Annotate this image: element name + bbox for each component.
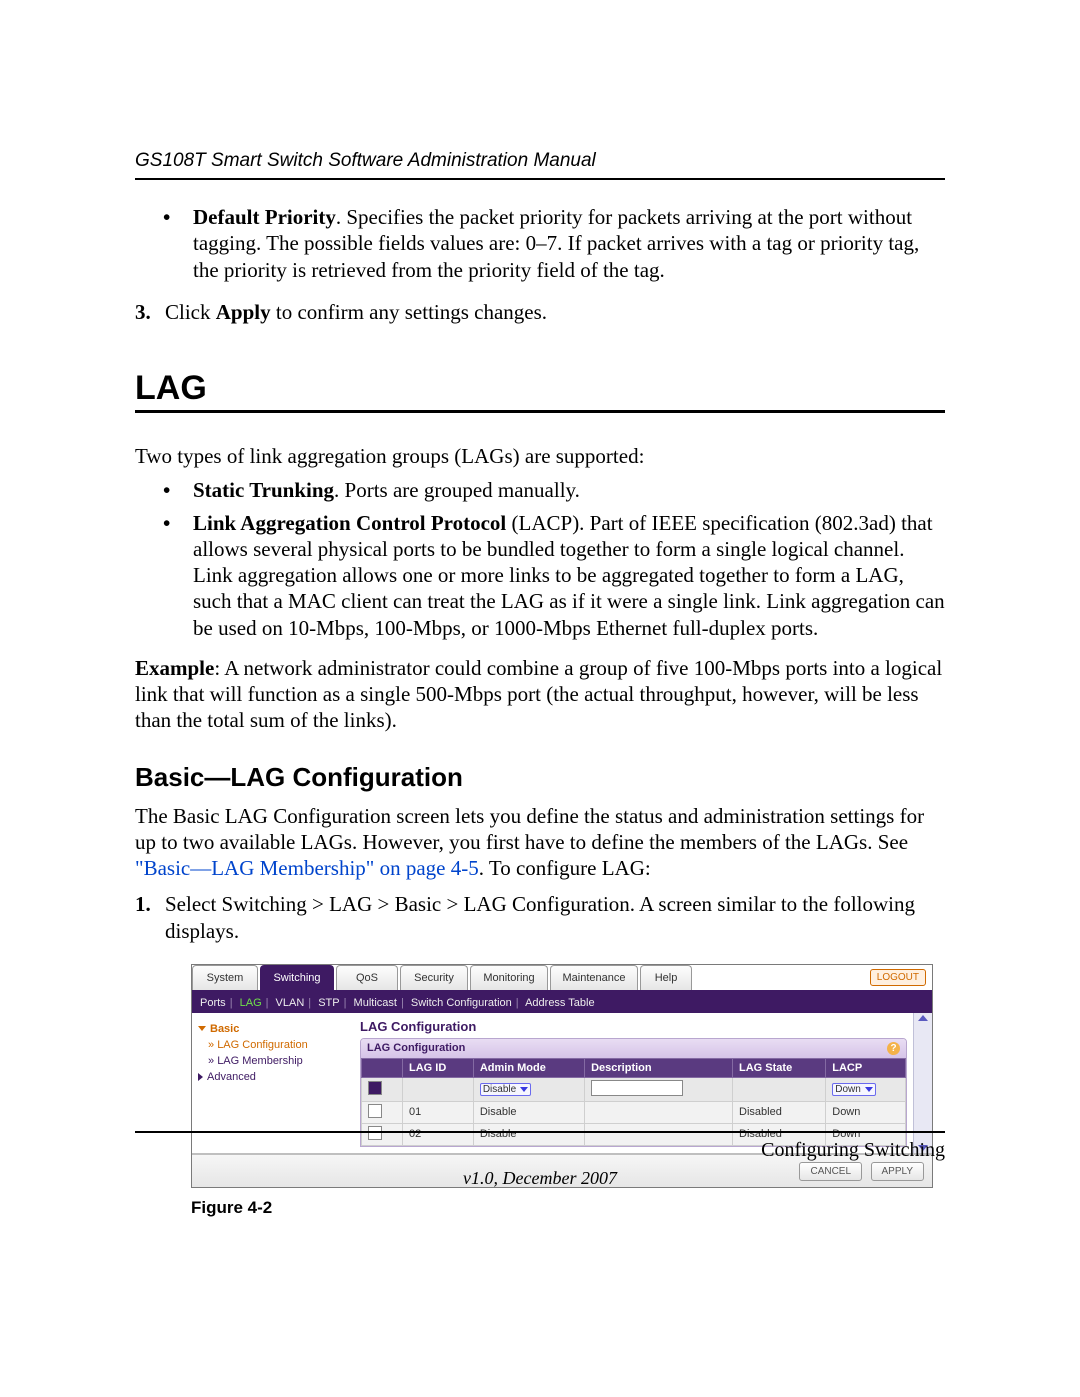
col-lag-id: LAG ID: [403, 1058, 474, 1077]
bullet-marker: •: [163, 510, 193, 641]
page-footer: Configuring Switching v1.0, December 200…: [135, 1131, 945, 1189]
checkbox-row[interactable]: [368, 1104, 382, 1118]
footer-divider: [135, 1131, 945, 1133]
step3-bold: Apply: [216, 300, 271, 324]
description-input[interactable]: [591, 1080, 683, 1096]
chevron-down-icon: [520, 1087, 528, 1092]
bullet-default-priority: • Default Priority. Specifies the packet…: [163, 204, 945, 283]
cell-state: Disabled: [733, 1101, 826, 1123]
bullet-marker: •: [163, 477, 193, 503]
tab-switching[interactable]: Switching: [260, 965, 334, 990]
col-admin-mode: Admin Mode: [473, 1058, 584, 1077]
sidebar-advanced[interactable]: Advanced: [198, 1069, 352, 1085]
para-pre: The Basic LAG Configuration screen lets …: [135, 804, 924, 854]
basic-paragraph: The Basic LAG Configuration screen lets …: [135, 803, 945, 882]
bullet-label: Default Priority: [193, 205, 336, 229]
bullet-marker: •: [163, 204, 193, 283]
sidebar-lag-configuration[interactable]: » LAG Configuration: [198, 1037, 352, 1053]
tab-maintenance[interactable]: Maintenance: [550, 965, 638, 990]
cell-lag-id: 01: [403, 1101, 474, 1123]
subnav-stp[interactable]: STP: [318, 997, 339, 1009]
section-divider: [135, 410, 945, 413]
logout-button[interactable]: LOGOUT: [870, 969, 926, 986]
bullet-static: • Static Trunking. Ports are grouped man…: [163, 477, 945, 503]
tab-help[interactable]: Help: [640, 965, 692, 990]
label: Link Aggregation Control Protocol: [193, 511, 506, 535]
cell-admin: Disable: [473, 1101, 584, 1123]
example-label: Example: [135, 656, 214, 680]
section-heading-lag: LAG: [135, 369, 945, 408]
ui-subnav: Ports| LAG| VLAN| STP| Multicast| Switch…: [192, 993, 932, 1013]
divider: [135, 178, 945, 180]
bullet-lacp: • Link Aggregation Control Protocol (LAC…: [163, 510, 945, 641]
checkbox-all[interactable]: [368, 1081, 382, 1095]
table-row: 01 Disable Disabled Down: [362, 1101, 906, 1123]
figure-caption: Figure 4-2: [191, 1198, 945, 1218]
sidebar-lag-membership[interactable]: » LAG Membership: [198, 1053, 352, 1069]
col-lacp: LACP: [826, 1058, 906, 1077]
step-body: Click Apply to confirm any settings chan…: [165, 299, 547, 325]
subnav-address-table[interactable]: Address Table: [525, 997, 595, 1009]
step-3: 3. Click Apply to confirm any settings c…: [135, 299, 945, 325]
table-edit-row: Disable Down: [362, 1077, 906, 1101]
table-header-row: LAG ID Admin Mode Description LAG State …: [362, 1058, 906, 1077]
admin-mode-select[interactable]: Disable: [480, 1083, 531, 1096]
cell-lacp: Down: [826, 1101, 906, 1123]
step-body: Select Switching > LAG > Basic > LAG Con…: [165, 891, 945, 944]
help-icon[interactable]: ?: [887, 1042, 900, 1055]
example-text: : A network administrator could combine …: [135, 656, 942, 733]
tab-monitoring[interactable]: Monitoring: [470, 965, 548, 990]
ui-tab-bar: System Switching QoS Security Monitoring…: [192, 965, 932, 993]
step3-post: to confirm any settings changes.: [271, 300, 547, 324]
link-lag-membership[interactable]: "Basic—LAG Membership" on page 4-5: [135, 856, 479, 880]
chevron-right-icon: [198, 1073, 203, 1081]
cell-desc: [585, 1101, 733, 1123]
version-line: v1.0, December 2007: [135, 1168, 945, 1189]
subnav-vlan[interactable]: VLAN: [276, 997, 305, 1009]
tab-security[interactable]: Security: [400, 965, 468, 990]
chapter-title: Configuring Switching: [761, 1139, 945, 1162]
chevron-down-icon: [865, 1087, 873, 1092]
tab-system[interactable]: System: [192, 965, 258, 990]
chevron-down-icon: [198, 1026, 206, 1031]
scroll-up-icon[interactable]: [918, 1015, 928, 1021]
page: GS108T Smart Switch Software Administrat…: [0, 0, 1080, 1397]
subnav-multicast[interactable]: Multicast: [354, 997, 397, 1009]
label: Static Trunking: [193, 478, 334, 502]
panel-header: LAG Configuration ?: [361, 1039, 906, 1058]
step-1: 1. Select Switching > LAG > Basic > LAG …: [135, 891, 945, 944]
running-head: GS108T Smart Switch Software Administrat…: [135, 150, 945, 172]
bullet-body: Default Priority. Specifies the packet p…: [193, 204, 945, 283]
text: . Ports are grouped manually.: [334, 478, 580, 502]
lacp-select[interactable]: Down: [832, 1083, 876, 1096]
step-number: 1.: [135, 891, 165, 944]
step-number: 3.: [135, 299, 165, 325]
tab-qos[interactable]: QoS: [336, 965, 398, 990]
subnav-ports[interactable]: Ports: [200, 997, 226, 1009]
col-lag-state: LAG State: [733, 1058, 826, 1077]
main-title: LAG Configuration: [360, 1019, 907, 1034]
subsection-heading: Basic—LAG Configuration: [135, 762, 945, 793]
para-post: . To configure LAG:: [479, 856, 651, 880]
panel-title: LAG Configuration: [367, 1042, 465, 1054]
sidebar-basic[interactable]: Basic: [198, 1021, 352, 1037]
step3-pre: Click: [165, 300, 216, 324]
example-paragraph: Example: A network administrator could c…: [135, 655, 945, 734]
col-description: Description: [585, 1058, 733, 1077]
subnav-switch-config[interactable]: Switch Configuration: [411, 997, 512, 1009]
col-checkbox: [362, 1058, 403, 1077]
subnav-lag[interactable]: LAG: [240, 997, 262, 1009]
lag-intro: Two types of link aggregation groups (LA…: [135, 443, 945, 469]
